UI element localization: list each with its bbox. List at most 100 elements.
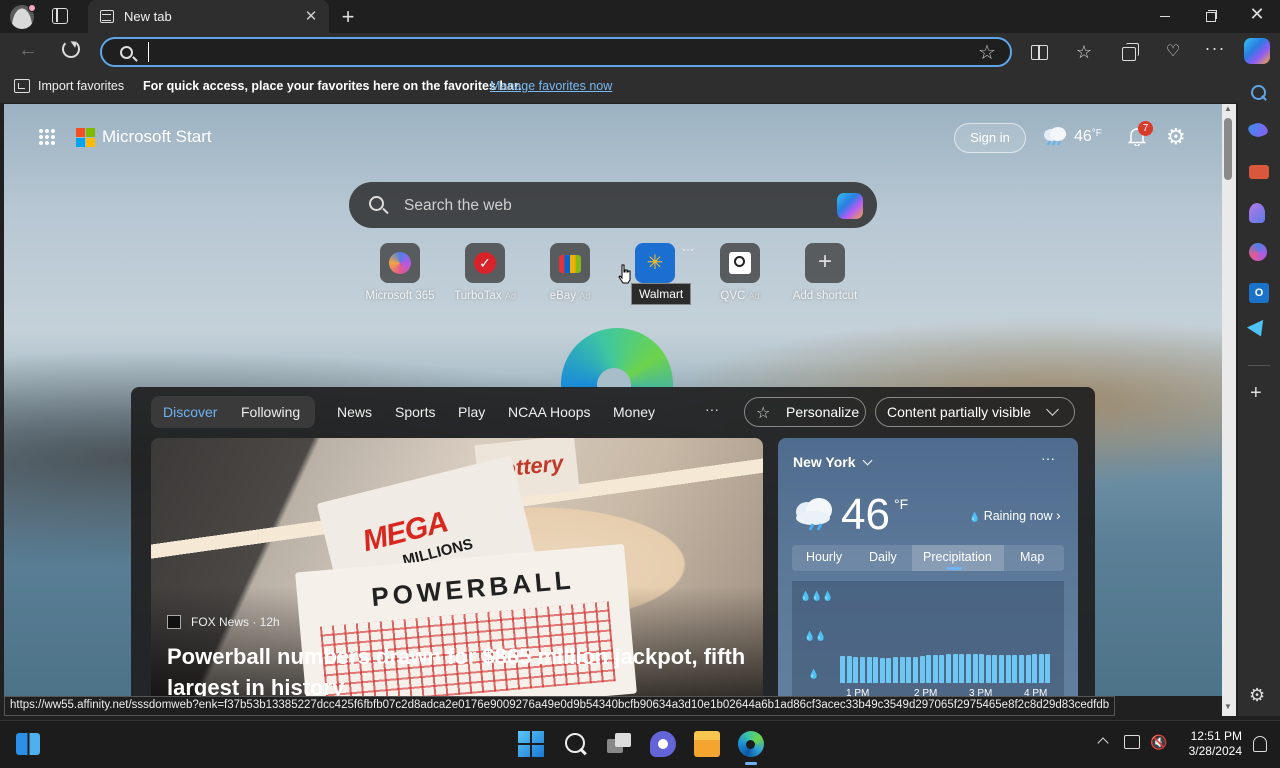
precipitation-bar	[900, 657, 905, 683]
weather-tab-daily[interactable]: Daily	[869, 550, 897, 564]
import-favorites-icon[interactable]	[14, 79, 30, 93]
start-windows-icon[interactable]	[518, 731, 544, 757]
precipitation-bar	[1039, 654, 1044, 683]
precipitation-bar	[1006, 655, 1011, 683]
precipitation-bar	[1045, 654, 1050, 683]
close-window-button[interactable]: ✕	[1247, 4, 1267, 24]
tab-play[interactable]: Play	[458, 404, 485, 420]
refresh-icon[interactable]	[62, 40, 80, 58]
weather-location[interactable]: New York	[793, 454, 856, 470]
address-bar[interactable]: ☆	[100, 37, 1012, 67]
scrollbar-thumb[interactable]	[1224, 118, 1232, 180]
split-screen-icon[interactable]	[1028, 41, 1050, 63]
weather-tab-precipitation[interactable]: Precipitation	[923, 550, 992, 564]
top-story-card[interactable]: Lottery MEGA MILLIONS POWERBALL FOX News…	[151, 438, 763, 696]
sidebar-add-icon[interactable]: +	[1250, 382, 1262, 405]
plus-icon: +	[817, 248, 832, 275]
tab-news[interactable]: News	[337, 404, 372, 420]
quick-link-microsoft-365[interactable]	[380, 243, 420, 283]
widgets-icon[interactable]	[16, 733, 40, 755]
precipitation-bar	[893, 657, 898, 683]
scroll-down-arrow-icon[interactable]: ▼	[1224, 702, 1232, 711]
weather-tab-map[interactable]: Map	[1020, 550, 1044, 564]
tab-money[interactable]: Money	[613, 404, 655, 420]
sidebar-search-icon[interactable]	[1249, 83, 1269, 103]
collections-icon[interactable]	[1118, 41, 1140, 63]
copilot-icon[interactable]	[1244, 38, 1270, 64]
chevron-down-icon	[1046, 403, 1059, 416]
header-weather-temp-value: 46	[1074, 128, 1092, 145]
feed-more-tabs-icon[interactable]: ···	[705, 401, 719, 417]
quick-link-turbotax[interactable]: ✓	[465, 243, 505, 283]
network-icon[interactable]	[1124, 735, 1140, 749]
restore-button[interactable]	[1201, 6, 1221, 26]
weather-card[interactable]: New York ··· 46 °F 💧 Raining now › Hourl…	[778, 438, 1078, 696]
new-tab-button[interactable]: +	[338, 4, 358, 30]
microsoft-365-icon[interactable]	[1249, 243, 1267, 261]
games-chess-icon[interactable]	[1249, 203, 1265, 223]
app-launcher-icon[interactable]	[38, 128, 56, 146]
story-title[interactable]: Powerball numbers drawn for $865 million…	[167, 641, 757, 696]
page-scrollbar[interactable]: ▲ ▼	[1222, 104, 1236, 716]
drop-send-icon[interactable]	[1246, 319, 1270, 341]
tab-following[interactable]: Following	[241, 404, 300, 420]
notification-center-bell-icon[interactable]	[1253, 736, 1267, 752]
quick-link-more-icon[interactable]: ···	[682, 242, 694, 256]
content-visibility-dropdown[interactable]: Content partially visible	[875, 397, 1075, 427]
tab-sports[interactable]: Sports	[395, 404, 435, 420]
system-clock[interactable]: 12:51 PM 3/28/2024	[1172, 729, 1242, 759]
active-app-indicator	[745, 762, 757, 765]
favorites-icon[interactable]: ☆	[1073, 41, 1095, 63]
settings-and-more-icon[interactable]: ···	[1204, 37, 1226, 59]
chart-x-label: 3 PM	[969, 688, 993, 696]
personalize-button[interactable]: ☆ Personalize	[744, 397, 866, 427]
tab-close-icon[interactable]: ✕	[303, 7, 319, 25]
notification-count-badge: 7	[1138, 121, 1153, 136]
outlook-icon[interactable]: O	[1249, 283, 1269, 303]
browser-essentials-icon[interactable]: ♡	[1162, 41, 1184, 63]
tab-discover[interactable]: Discover	[163, 404, 217, 420]
precipitation-bar	[992, 655, 997, 683]
weather-more-icon[interactable]: ···	[1041, 450, 1055, 466]
volume-muted-icon[interactable]: 🔇	[1150, 734, 1167, 751]
sparkle-star-icon: ☆	[756, 405, 771, 422]
weather-status[interactable]: 💧 Raining now ›	[969, 507, 1061, 523]
shopping-tag-icon[interactable]	[1247, 120, 1269, 140]
browser-tab-new-tab[interactable]: New tab ✕	[88, 0, 329, 33]
precipitation-bar	[999, 655, 1004, 683]
manage-favorites-link[interactable]: Manage favorites now	[490, 79, 612, 93]
taskbar-search-icon[interactable]	[563, 731, 589, 757]
teams-chat-icon[interactable]	[650, 731, 676, 757]
scroll-up-arrow-icon[interactable]: ▲	[1224, 104, 1232, 113]
header-weather-temp[interactable]: 46°F	[1074, 128, 1102, 146]
back-button[interactable]: ←	[18, 39, 38, 62]
quick-link-qvc[interactable]	[720, 243, 760, 283]
edge-browser-icon[interactable]	[738, 731, 764, 757]
show-hidden-icons-chevron-up-icon[interactable]	[1097, 737, 1109, 749]
chevron-down-icon[interactable]	[862, 455, 873, 466]
brand-title[interactable]: Microsoft Start	[102, 127, 212, 147]
chart-x-label: 1 PM	[846, 688, 870, 696]
weather-tab-hourly[interactable]: Hourly	[806, 550, 842, 564]
page-settings-gear-icon[interactable]: ⚙	[1166, 124, 1186, 150]
walmart-tooltip: Walmart	[631, 283, 692, 305]
personalize-label: Personalize	[786, 404, 860, 420]
import-favorites-link[interactable]: Import favorites	[38, 79, 124, 93]
file-explorer-folder-icon[interactable]	[694, 731, 720, 757]
tab-ncaa-hoops[interactable]: NCAA Hoops	[508, 404, 590, 420]
add-favorite-star-icon[interactable]: ☆	[978, 40, 996, 65]
quick-link-walmart[interactable]: ✳	[635, 243, 675, 283]
task-view-icon[interactable]	[607, 731, 633, 757]
sidebar-settings-gear-icon[interactable]: ⚙	[1249, 685, 1265, 706]
sign-in-button[interactable]: Sign in	[954, 123, 1026, 153]
quick-link-ebay[interactable]	[550, 243, 590, 283]
cloud-rain-icon[interactable]	[1042, 126, 1068, 146]
tab-actions-icon[interactable]	[52, 8, 68, 24]
copilot-icon[interactable]	[837, 193, 863, 219]
address-input[interactable]	[148, 42, 968, 62]
tools-briefcase-icon[interactable]	[1249, 165, 1269, 179]
fox-news-logo-icon	[167, 615, 181, 629]
web-search-box[interactable]: Search the web	[349, 182, 877, 228]
minimize-button[interactable]	[1155, 6, 1175, 26]
add-shortcut-button[interactable]: +	[805, 243, 845, 283]
